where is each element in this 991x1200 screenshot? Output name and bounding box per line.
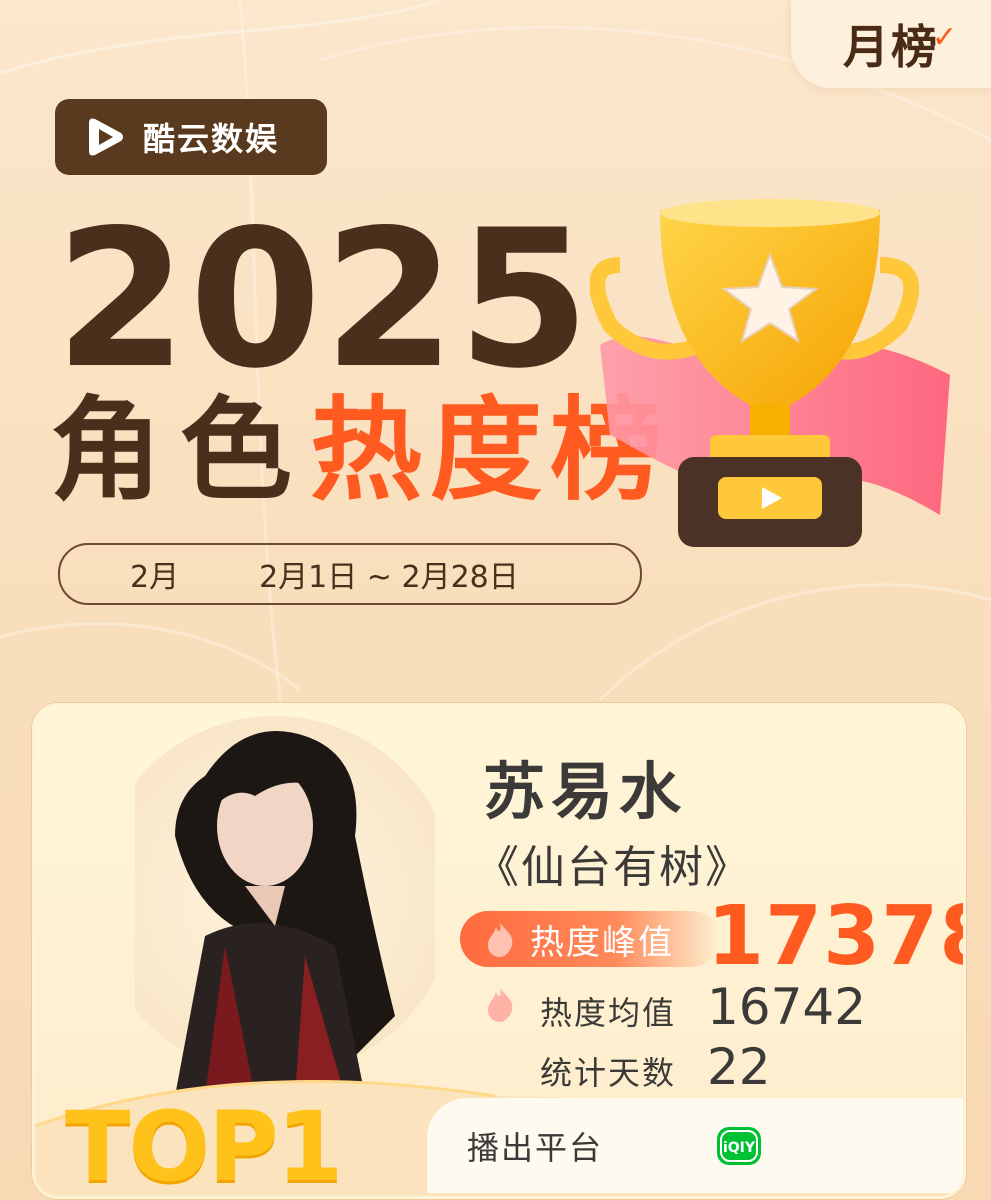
iqiyi-logo-icon: iQIY: [717, 1126, 762, 1165]
year-title: 2025: [55, 189, 592, 410]
date-range-pill: 2月 2月1日 ~ 2月28日: [58, 543, 642, 605]
monthly-ranking-tab[interactable]: 月榜 ✓: [791, 0, 991, 88]
character-portrait: [135, 716, 435, 1096]
ranking-card: 苏易水 《仙台有树》 热度峰值 17378 热度均值 16742 统计天数 22…: [32, 703, 966, 1199]
brand-play-icon: [89, 118, 123, 156]
range-month: 2月: [130, 560, 180, 595]
rank-badge: TOP1: [65, 1091, 343, 1199]
brand-logo: 酷云数娱: [55, 99, 327, 175]
title-role: 角色: [50, 386, 310, 516]
peak-heat-value: 17378: [707, 889, 963, 984]
brand-name: 酷云数娱: [143, 120, 280, 158]
flame-icon: [488, 923, 513, 957]
range-dates: 2月1日 ~ 2月28日: [259, 560, 519, 595]
page-title: 角色热度榜: [50, 395, 670, 507]
flame-icon: [488, 988, 513, 1022]
average-heat-label: 热度均值: [540, 994, 677, 1032]
peak-heat-label: 热度峰值: [530, 922, 674, 963]
platform-section: 播出平台 iQIY: [427, 1098, 963, 1193]
average-heat-value: 16742: [707, 978, 867, 1036]
trophy-icon: [590, 199, 950, 547]
svg-text:iQIY: iQIY: [723, 1140, 756, 1156]
character-name: 苏易水: [483, 755, 688, 828]
drama-title: 《仙台有树》: [475, 842, 751, 893]
check-icon: ✓: [931, 20, 957, 55]
monthly-tab-label: 月榜: [843, 20, 939, 74]
peak-heat-pill: 热度峰值: [460, 911, 720, 967]
platform-label: 播出平台: [467, 1128, 604, 1167]
